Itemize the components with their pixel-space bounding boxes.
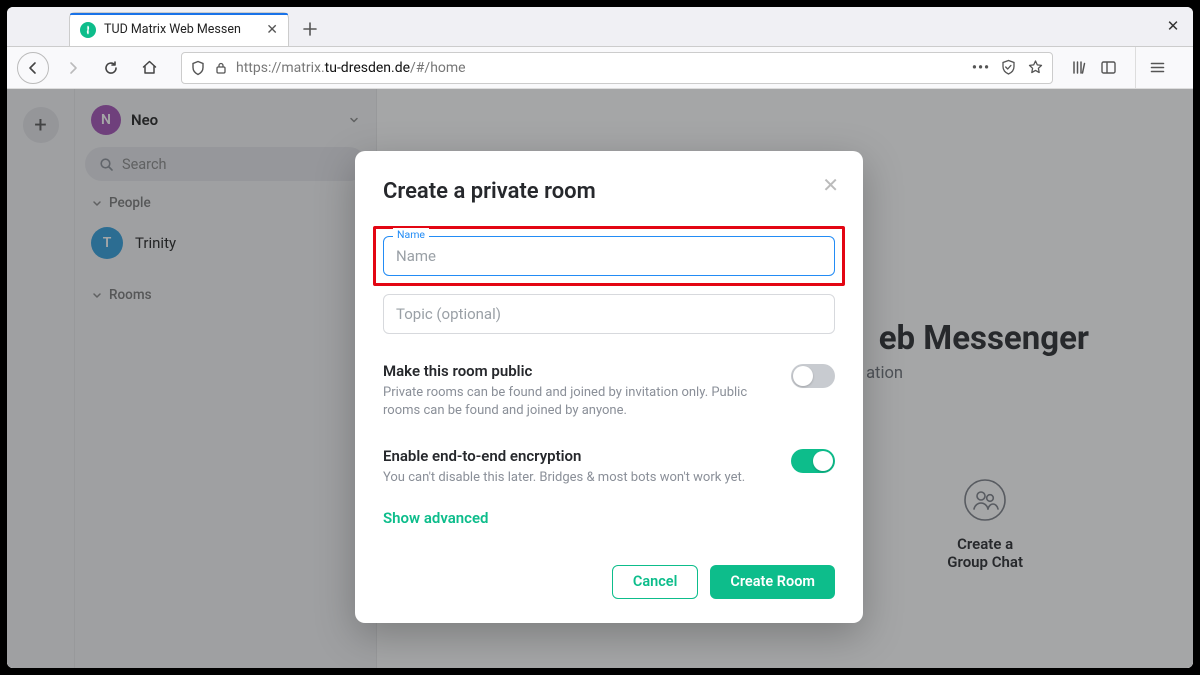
url-text: https://matrix.tu-dresden.de/#/home — [236, 60, 466, 76]
room-name-input[interactable] — [383, 236, 835, 276]
room-topic-input[interactable] — [383, 294, 835, 334]
dialog-title: Create a private room — [383, 179, 835, 204]
dialog-close-button[interactable]: ✕ — [822, 173, 839, 197]
favicon-icon — [80, 22, 96, 38]
nav-forward-button[interactable] — [59, 54, 87, 82]
create-room-dialog: Create a private room ✕ Name Make this r… — [355, 151, 863, 623]
window-close-button[interactable]: ✕ — [1153, 7, 1193, 46]
create-room-button[interactable]: Create Room — [710, 565, 835, 599]
new-tab-button[interactable] — [295, 14, 325, 44]
tab-close-icon[interactable]: ✕ — [266, 22, 278, 38]
nav-reload-button[interactable] — [97, 54, 125, 82]
lock-icon[interactable] — [214, 61, 228, 75]
tab-title: TUD Matrix Web Messen — [104, 22, 241, 37]
browser-tab[interactable]: TUD Matrix Web Messen ✕ — [69, 12, 289, 46]
app-menu-icon[interactable] — [1149, 59, 1166, 76]
page-actions-icon[interactable]: ••• — [972, 60, 990, 76]
show-advanced-link[interactable]: Show advanced — [383, 509, 835, 527]
library-icon[interactable] — [1071, 59, 1088, 76]
public-toggle[interactable] — [791, 364, 835, 388]
bookmark-star-icon[interactable] — [1027, 59, 1044, 76]
e2e-toggle[interactable] — [791, 449, 835, 473]
name-field-label: Name — [393, 228, 429, 241]
url-bar[interactable]: https://matrix.tu-dresden.de/#/home ••• — [181, 52, 1053, 84]
cancel-button[interactable]: Cancel — [612, 565, 699, 599]
e2e-option-title: Enable end-to-end encryption — [383, 447, 777, 465]
nav-back-button[interactable] — [17, 52, 49, 84]
browser-tabstrip: TUD Matrix Web Messen ✕ ✕ — [7, 7, 1193, 47]
tracking-shield-icon[interactable] — [190, 60, 206, 76]
public-option-desc: Private rooms can be found and joined by… — [383, 384, 763, 419]
public-option-title: Make this room public — [383, 362, 777, 380]
browser-toolbar: https://matrix.tu-dresden.de/#/home ••• — [7, 47, 1193, 89]
nav-home-button[interactable] — [135, 54, 163, 82]
e2e-option-desc: You can't disable this later. Bridges & … — [383, 469, 763, 487]
sidebar-toggle-icon[interactable] — [1100, 59, 1117, 76]
protection-badge-icon[interactable] — [1000, 59, 1017, 76]
